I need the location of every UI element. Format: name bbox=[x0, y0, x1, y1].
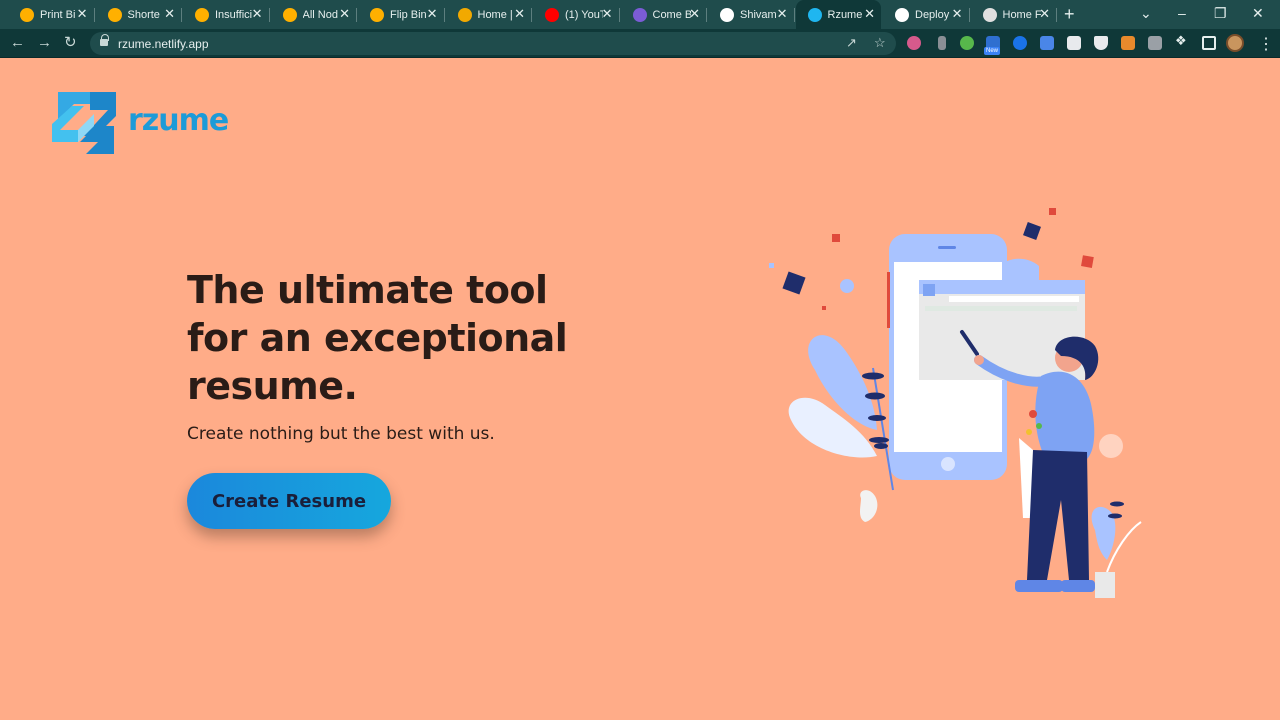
tab-close-icon[interactable]: ✕ bbox=[1039, 7, 1050, 21]
tab-separator bbox=[618, 8, 620, 22]
browser-tab[interactable]: Shorte ✕ bbox=[96, 0, 182, 29]
youtube-icon bbox=[545, 7, 559, 22]
hero-headline: The ultimate tool for an exceptional res… bbox=[187, 268, 568, 408]
github-icon bbox=[720, 7, 734, 22]
hero-illustration bbox=[769, 208, 1142, 598]
tab-title: Shivam bbox=[740, 8, 777, 21]
tab-separator bbox=[531, 8, 532, 22]
extension-icon[interactable] bbox=[960, 36, 974, 50]
reload-button[interactable]: ↻ bbox=[64, 34, 77, 52]
tab-title: Insuffici bbox=[215, 8, 253, 21]
tab-separator bbox=[93, 8, 95, 22]
address-bar[interactable]: rzume.netlify.app ↗ ☆ bbox=[90, 32, 896, 55]
translate-extension-icon[interactable] bbox=[1040, 36, 1054, 50]
puzzle-extensions-icon[interactable]: ❖ bbox=[1175, 33, 1189, 48]
browser-tab[interactable]: Shivam ✕ bbox=[708, 0, 795, 29]
tab-title: Home | bbox=[477, 8, 513, 21]
tab-separator bbox=[706, 8, 707, 22]
tab-close-icon[interactable]: ✕ bbox=[339, 7, 350, 21]
lock-icon bbox=[100, 34, 109, 47]
browser-tab[interactable]: Print Bi ✕ bbox=[8, 0, 95, 29]
profile-avatar[interactable] bbox=[1226, 34, 1244, 52]
tab-strip: Print Bi ✕ Shorte ✕ Insuffici ✕ All Nod ✕ Flip B… bbox=[0, 0, 1280, 29]
tab-title: Home F bbox=[1002, 8, 1041, 21]
side-panel-icon[interactable] bbox=[1202, 36, 1216, 50]
menu-kebab-icon[interactable]: ⋮ bbox=[1258, 34, 1274, 54]
browser-tab[interactable]: (1) YouT ✕ bbox=[533, 0, 620, 29]
tab-close-icon[interactable]: ✕ bbox=[77, 7, 88, 21]
browser-tab[interactable]: Flip Bin ✕ bbox=[358, 0, 445, 29]
browser-tab[interactable]: Come B ✕ bbox=[621, 0, 707, 29]
tab-title: All Nod bbox=[302, 8, 338, 21]
shield-extension-icon[interactable] bbox=[1094, 36, 1108, 50]
binary-icon bbox=[20, 7, 34, 22]
rzume-logo[interactable]: rzume bbox=[50, 90, 230, 156]
github-icon bbox=[895, 7, 909, 22]
browser-tab[interactable]: Home | ✕ bbox=[446, 0, 532, 29]
tab-close-icon[interactable]: ✕ bbox=[164, 7, 175, 21]
rzume-logo-icon bbox=[52, 92, 116, 154]
tab-title: Rzume bbox=[827, 8, 863, 21]
tab-close-icon[interactable]: ✕ bbox=[864, 7, 875, 21]
tab-title: Deploy bbox=[915, 8, 950, 21]
tab-title: Shorte bbox=[127, 8, 160, 21]
fox-extension-icon[interactable] bbox=[1121, 36, 1135, 50]
binary-icon bbox=[370, 7, 384, 22]
restore-button[interactable]: ❐ bbox=[1214, 5, 1227, 21]
tab-title: Come B bbox=[652, 8, 691, 21]
tab-search-icon[interactable]: ⌄ bbox=[1140, 5, 1152, 21]
binary-icon bbox=[282, 7, 297, 22]
close-window-button[interactable]: ✕ bbox=[1252, 5, 1264, 21]
minimize-button[interactable]: – bbox=[1178, 5, 1186, 21]
tab-separator bbox=[443, 8, 445, 22]
extension-icon[interactable] bbox=[907, 36, 921, 50]
browser-tab[interactable]: Home F ✕ bbox=[971, 0, 1057, 29]
tab-title: Flip Bin bbox=[390, 8, 427, 21]
share-icon[interactable]: ↗ bbox=[846, 35, 857, 51]
binary-icon bbox=[195, 7, 209, 22]
tab-separator bbox=[968, 8, 970, 22]
tab-separator bbox=[181, 8, 182, 22]
tab-title: (1) YouT bbox=[565, 8, 603, 21]
browser-tab[interactable]: Rzume ✕ bbox=[795, 0, 881, 29]
bookmark-star-icon[interactable]: ☆ bbox=[874, 35, 886, 51]
new-tab-button[interactable]: + bbox=[1064, 5, 1075, 23]
extension-icon[interactable] bbox=[1148, 36, 1162, 50]
tab-close-icon[interactable]: ✕ bbox=[602, 7, 613, 21]
tab-close-icon[interactable]: ✕ bbox=[514, 7, 525, 21]
globe-icon bbox=[982, 7, 997, 22]
tab-title: Print Bi bbox=[40, 8, 76, 21]
tab-close-icon[interactable]: ✕ bbox=[689, 7, 700, 21]
tab-separator bbox=[268, 8, 270, 22]
create-resume-button[interactable]: Create Resume bbox=[187, 473, 391, 529]
tab-close-icon[interactable]: ✕ bbox=[252, 7, 263, 21]
euro-extension-icon[interactable] bbox=[1013, 36, 1027, 50]
browser-tab[interactable]: Deploy ✕ bbox=[883, 0, 970, 29]
browser-tab[interactable]: Insuffici ✕ bbox=[183, 0, 270, 29]
tab-separator bbox=[356, 8, 357, 22]
tab-close-icon[interactable]: ✕ bbox=[427, 7, 438, 21]
sun-icon bbox=[457, 7, 472, 22]
app-icon bbox=[632, 7, 647, 22]
tab-separator bbox=[1056, 8, 1057, 22]
browser-toolbar: ← → ↻ rzume.netlify.app ↗ ☆ New ❖ ⋮ bbox=[0, 29, 1280, 58]
new-badge: New bbox=[984, 47, 1001, 55]
binary-icon bbox=[107, 7, 122, 22]
tab-close-icon[interactable]: ✕ bbox=[952, 7, 963, 21]
browser-tab[interactable]: All Nod ✕ bbox=[271, 0, 357, 29]
hero-subline: Create nothing but the best with us. bbox=[187, 424, 495, 444]
tab-separator bbox=[793, 8, 795, 22]
url-text: rzume.netlify.app bbox=[118, 37, 209, 51]
back-button[interactable]: ← bbox=[10, 34, 25, 52]
extension-icon[interactable] bbox=[938, 36, 946, 50]
forward-button[interactable]: → bbox=[37, 34, 52, 52]
tab-close-icon[interactable]: ✕ bbox=[777, 7, 788, 21]
extension-icon[interactable] bbox=[1067, 36, 1081, 50]
logo-wordmark: rzume bbox=[128, 103, 229, 138]
rzume-icon bbox=[807, 7, 822, 22]
